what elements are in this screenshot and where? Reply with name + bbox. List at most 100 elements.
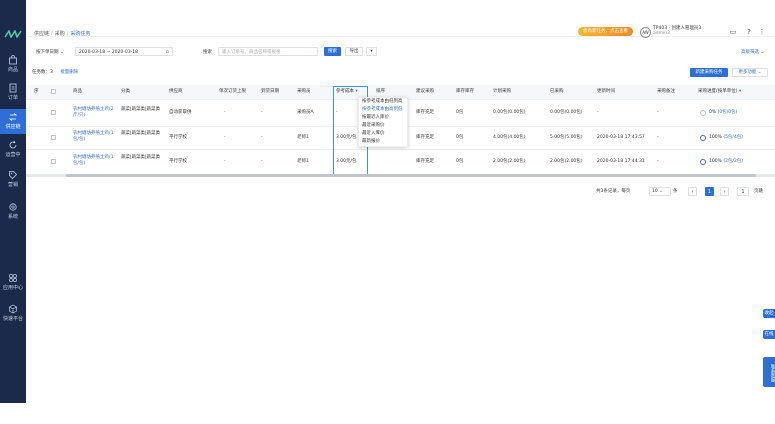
batch-delete-link[interactable]: 批量删除 — [60, 70, 78, 75]
user-info[interactable]: TP403 · 创建人管理员3 admin3 — [653, 26, 701, 36]
new-task-button[interactable]: 新建采购任务 — [690, 68, 728, 77]
export-button[interactable]: 导出 — [345, 47, 363, 56]
sidebar-item-label: 供应链 — [5, 124, 21, 130]
jump-page-button[interactable]: 页跳 — [754, 187, 763, 196]
jump-page-input[interactable]: 1 — [737, 187, 749, 196]
column-header-progress[interactable]: 采购进度(按单单位) ▾ — [698, 89, 741, 95]
sidebar-item-orders[interactable]: 订单 — [0, 83, 26, 105]
updated-cell: - — [597, 110, 599, 115]
column-header: 到货日期 — [261, 89, 279, 94]
column-header[interactable]: 分类 — [121, 89, 130, 95]
export-dropdown-button[interactable]: ▾ — [366, 47, 377, 56]
progress-ring — [700, 159, 706, 165]
buyer-cell: 采购员A — [297, 110, 314, 115]
breadcrumb-parent[interactable]: 采购 — [55, 31, 65, 37]
column-header: 排序 — [376, 89, 385, 94]
sidebar-item-label: 应用中心 — [2, 285, 23, 291]
progress-percent: 0% — [709, 110, 717, 115]
sidebar-item-label: 系统 — [7, 214, 18, 220]
date-type-select[interactable]: 按下单日期 ⌄ — [36, 48, 64, 57]
column-header[interactable]: 商品 — [73, 89, 82, 95]
sidebar: 商品 订单 供应链 运营中 营销 系统 应用中心 快速平台 — [0, 0, 26, 403]
column-header: 建议采购 — [416, 89, 434, 94]
sort-menu-item[interactable]: 按参考成本由高到低 — [359, 106, 407, 114]
refresh-icon — [9, 140, 17, 149]
sort-menu-item[interactable]: 按参考成本由低到高 — [359, 98, 407, 106]
next-page-button[interactable]: › — [720, 187, 729, 196]
column-header: 库存库存 — [456, 89, 474, 94]
prev-page-button[interactable]: ‹ — [688, 187, 697, 196]
sort-menu: 按参考成本由低到高 按参考成本由高到低 按最近入库价 最近采购价 最近入库价 最… — [358, 97, 408, 147]
collapse-tab[interactable]: 收起 — [763, 309, 775, 318]
table-row[interactable]: 农村塘坊养殖土鸡(1包/包) 蔬菜|蔬菜类|蔬菜类 平行学校 - - 老师1 3… — [26, 149, 775, 175]
row-checkbox[interactable] — [51, 110, 56, 115]
avatar[interactable]: AW — [640, 27, 651, 38]
customer-service-tab[interactable]: 联系客服 — [763, 357, 775, 387]
progress-detail-link[interactable]: (2包/2包) — [723, 159, 743, 164]
pager-total: 共3条记录，每页 — [596, 189, 631, 194]
more-vertical-icon[interactable]: ⋮ — [758, 28, 766, 36]
date-cell: - — [261, 135, 263, 140]
scrollbar-thumb[interactable] — [66, 174, 756, 177]
chevron-down-icon: ⌄ — [760, 50, 765, 55]
progress-detail-link[interactable]: (5包/4包) — [723, 135, 743, 140]
breadcrumb-current: 采购任务 — [70, 31, 91, 37]
online-tab[interactable]: 在线 — [763, 330, 775, 339]
sidebar-item-marketing[interactable]: 营销 — [0, 170, 26, 192]
limit-cell: - — [224, 110, 226, 115]
date-type-value: 按下单日期 — [36, 50, 59, 55]
sort-menu-item[interactable]: 最新报价 — [359, 138, 407, 146]
product-link[interactable]: 农村塘坊养殖土鸡(1包/包) — [73, 131, 117, 143]
progress-detail-link[interactable]: (0包/0包) — [718, 110, 738, 115]
search-input[interactable]: 输入订单号、商品名称或规格 — [218, 47, 318, 56]
search-button[interactable]: 搜索 — [324, 47, 341, 56]
sort-menu-item[interactable]: 最近采购价 — [359, 122, 407, 130]
stock-cell: 0包 — [456, 159, 464, 164]
help-icon[interactable]: ? — [745, 28, 753, 36]
sidebar-item-supply-chain[interactable]: 供应链 — [0, 109, 26, 134]
supplier-cell: 平行学校 — [169, 135, 187, 140]
category-cell: 蔬菜|蔬菜类|蔬菜类 — [121, 131, 161, 136]
column-header: 计划采购 — [493, 89, 511, 94]
sidebar-item-goods[interactable]: 商品 — [0, 55, 26, 77]
bought-cell: 2.00包(2.00包) — [550, 159, 583, 164]
gear-icon — [9, 203, 17, 211]
sort-menu-item[interactable]: 按最近入库价 — [359, 114, 407, 122]
caret-down-icon[interactable]: ▾ — [739, 89, 741, 94]
swap-icon — [8, 113, 18, 121]
task-count-label: 任务数：3 — [32, 70, 53, 75]
page-number[interactable]: 1 — [705, 187, 714, 196]
sidebar-item-app-center[interactable]: 应用中心 — [0, 273, 26, 295]
note-cell: - — [657, 135, 659, 140]
chevron-down-icon: ⌄ — [659, 189, 663, 194]
row-checkbox[interactable] — [51, 159, 56, 164]
column-header: 采购备注 — [657, 89, 675, 94]
product-link[interactable]: 农村塘坊养殖土鸡(1包/包) — [73, 155, 117, 167]
more-actions-label: 更多功能 — [738, 70, 757, 75]
footer-blank — [0, 403, 775, 424]
more-actions-button[interactable]: 更多功能 ⌄ — [732, 68, 768, 77]
product-link[interactable]: 农村塘坊养殖土鸡(2斤/只) — [73, 107, 117, 119]
row-checkbox[interactable] — [51, 135, 56, 140]
progress-header-label: 采购进度(按单单位) — [698, 89, 738, 94]
column-header[interactable]: 供应商 — [169, 89, 183, 95]
notice-badge[interactable]: 您有新任务，点击查看 — [578, 27, 633, 36]
breadcrumb-root[interactable]: 供应链 — [34, 31, 49, 37]
page-size-unit: 条 — [673, 189, 678, 194]
logo-icon — [4, 30, 22, 38]
sidebar-item-quick-platform[interactable]: 快速平台 — [0, 304, 26, 326]
limit-cell: - — [224, 135, 226, 140]
buyer-cell: 老师1 — [297, 135, 309, 140]
date-range-input[interactable]: 2020-03-18 ~ 2020-03-18 ▫ — [75, 47, 173, 56]
sidebar-item-system[interactable]: 系统 — [0, 202, 26, 224]
date-cell: - — [261, 110, 263, 115]
select-all-checkbox[interactable] — [51, 89, 56, 94]
page-size-select[interactable]: 10 ⌄ — [649, 187, 671, 196]
advanced-filter-link[interactable]: 高级筛选 ⌄ — [741, 48, 764, 57]
message-icon[interactable]: ▭ — [729, 28, 737, 36]
note-cell: - — [657, 110, 659, 115]
sort-menu-item[interactable]: 最近入库价 — [359, 130, 407, 138]
horizontal-scrollbar[interactable] — [26, 174, 775, 177]
date-range-value: 2020-03-18 ~ 2020-03-18 — [79, 50, 138, 55]
sidebar-item-operations[interactable]: 运营中 — [0, 140, 26, 162]
